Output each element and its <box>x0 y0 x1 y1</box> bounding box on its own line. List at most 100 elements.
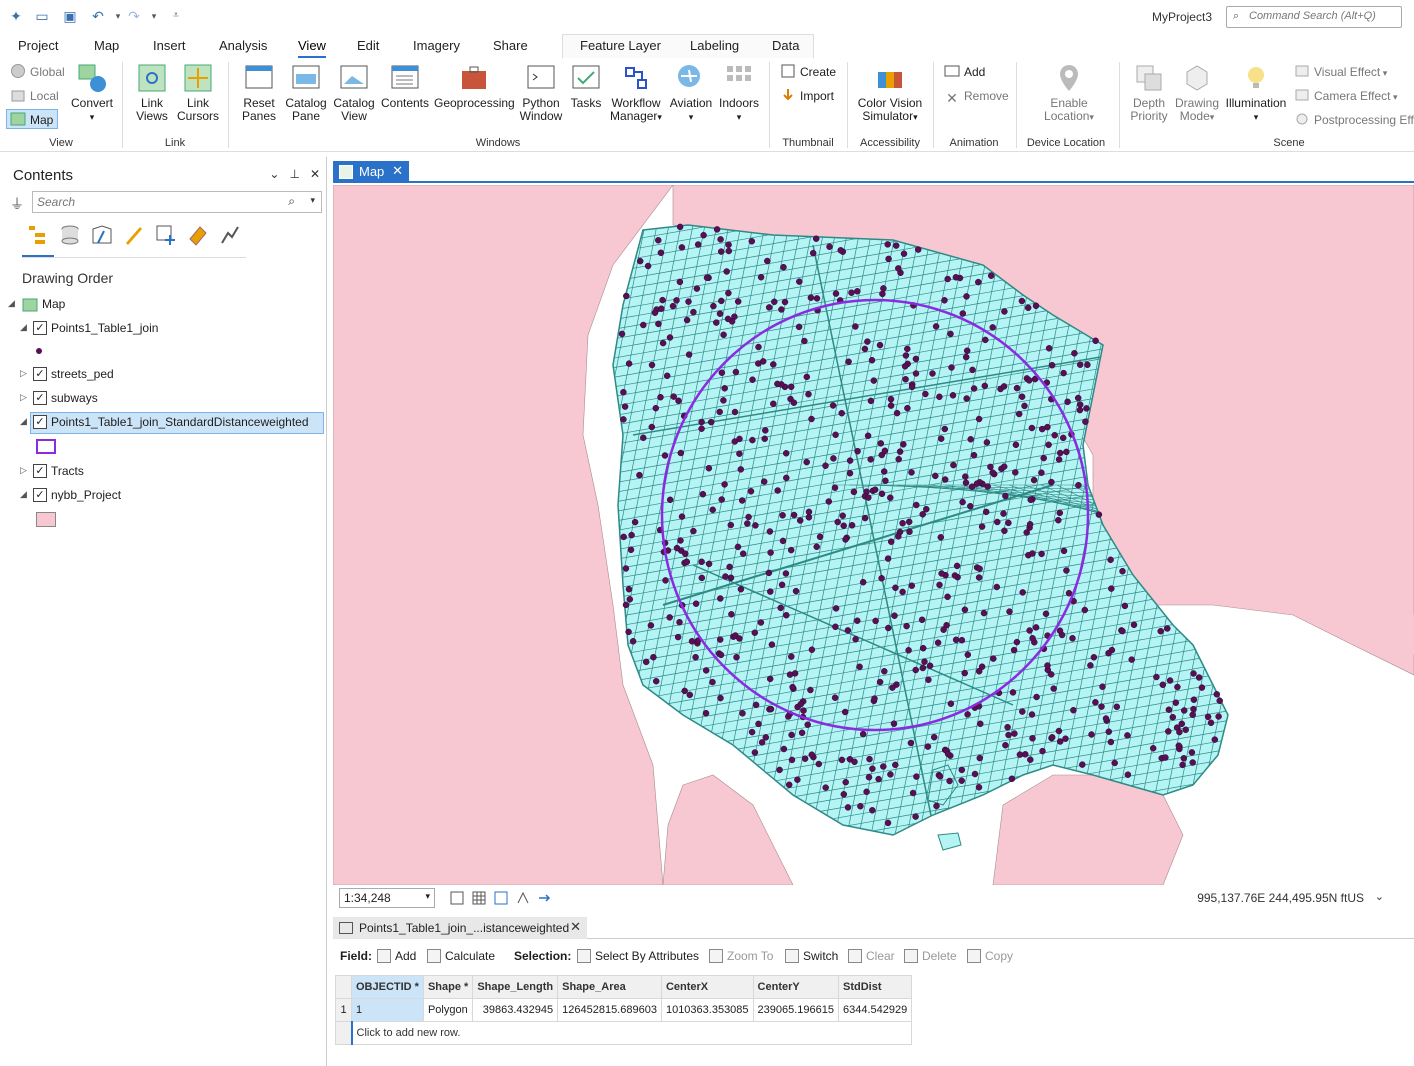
color-vision-simulator-button[interactable]: Color Vision Simulator▾ <box>852 62 928 124</box>
snapping-icon[interactable] <box>154 223 178 247</box>
add-row[interactable]: Click to add new row. <box>335 1021 913 1045</box>
chevron-down-icon[interactable]: ▾ <box>310 195 315 206</box>
indoors-button[interactable]: Indoors ▾ <box>716 62 762 124</box>
collapse-icon[interactable]: ◢ <box>20 489 27 500</box>
editing-icon[interactable] <box>122 223 146 247</box>
snapping-icon[interactable] <box>515 890 531 906</box>
add-animation-button[interactable]: Add <box>944 62 985 82</box>
convert-button[interactable]: Convert ▾ <box>68 62 116 124</box>
layer-visibility-checkbox[interactable]: ✓ <box>33 464 47 478</box>
filter-icon[interactable]: ⏚ <box>10 194 24 214</box>
calculate-field-button[interactable]: Calculate <box>427 949 495 963</box>
table-cell[interactable]: 39863.432945 <box>472 998 559 1022</box>
close-icon[interactable]: ✕ <box>570 919 581 935</box>
reset-panes-button[interactable]: Reset Panes <box>235 62 283 123</box>
redo-icon[interactable]: ↷ <box>126 8 142 24</box>
data-source-icon[interactable] <box>58 223 82 247</box>
save-icon[interactable]: ▣ <box>62 8 78 24</box>
tasks-button[interactable]: Tasks <box>564 62 608 110</box>
layer-tracts[interactable]: ▷ ✓ Tracts <box>0 461 327 483</box>
fixed-zoom-icon[interactable] <box>449 890 465 906</box>
tab-labeling[interactable]: Labeling <box>690 38 739 53</box>
switch-selection-button[interactable]: Switch <box>785 949 838 963</box>
layer-standard-distance-weighted[interactable]: ◢ ✓ Points1_Table1_join_StandardDistance… <box>0 412 327 434</box>
tab-project[interactable]: Project <box>18 38 58 53</box>
map-canvas[interactable] <box>333 185 1414 885</box>
catalog-pane-button[interactable]: Catalog Pane <box>282 62 330 123</box>
tab-data[interactable]: Data <box>772 38 799 53</box>
catalog-view-button[interactable]: Catalog View <box>330 62 378 123</box>
tab-analysis[interactable]: Analysis <box>219 38 267 53</box>
postprocessing-effect-button[interactable]: Postprocessing Effe <box>1294 110 1414 130</box>
tab-share[interactable]: Share <box>493 38 528 53</box>
drawing-mode-button[interactable]: Drawing Mode▾ <box>1172 62 1222 124</box>
create-thumbnail-button[interactable]: Create <box>780 62 836 82</box>
layer-visibility-checkbox[interactable]: ✓ <box>33 488 47 502</box>
row-number[interactable]: 1 <box>335 998 352 1022</box>
add-field-button[interactable]: Add <box>377 949 416 963</box>
tab-imagery[interactable]: Imagery <box>413 38 460 53</box>
collapse-icon[interactable]: ◢ <box>8 298 15 309</box>
undo-dropdown-icon[interactable]: ▾ <box>110 8 126 24</box>
illumination-button[interactable]: Illumination ▾ <box>1222 62 1290 124</box>
chevron-down-icon[interactable]: ⌄ <box>1375 890 1384 903</box>
layer-visibility-checkbox[interactable]: ✓ <box>33 321 47 335</box>
tab-view[interactable]: View <box>298 38 326 58</box>
global-button[interactable]: Global <box>10 62 65 82</box>
tab-map[interactable]: Map <box>94 38 119 53</box>
layer-nybb-project[interactable]: ◢ ✓ nybb_Project <box>0 485 327 507</box>
depth-priority-button[interactable]: Depth Priority <box>1124 62 1174 123</box>
click-to-add-row[interactable]: Click to add new row. <box>350 1021 913 1045</box>
expand-icon[interactable]: ▷ <box>20 392 27 403</box>
tab-edit[interactable]: Edit <box>357 38 379 53</box>
map-view-button[interactable]: Map <box>6 109 58 129</box>
column-header-shape[interactable]: Shape * <box>422 975 474 999</box>
charts-icon[interactable] <box>218 223 242 247</box>
redo-dropdown-icon[interactable]: ▾ <box>146 8 162 24</box>
workflow-manager-button[interactable]: Workflow Manager▾ <box>606 62 666 124</box>
table-cell[interactable]: 6344.542929 <box>838 998 913 1022</box>
select-by-attributes-button[interactable]: Select By Attributes <box>577 949 699 963</box>
import-thumbnail-button[interactable]: Import <box>780 86 834 106</box>
selection-icon[interactable] <box>90 223 114 247</box>
close-icon[interactable]: ✕ <box>310 167 320 181</box>
visual-effect-button[interactable]: Visual Effect ▾ <box>1294 62 1387 82</box>
column-header-centery[interactable]: CenterY <box>752 975 840 999</box>
tab-feature-layer[interactable]: Feature Layer <box>580 38 661 53</box>
column-header-shape-length[interactable]: Shape_Length <box>472 975 559 999</box>
close-icon[interactable]: ✕ <box>392 163 403 179</box>
remove-animation-button[interactable]: ✕ Remove <box>944 86 1009 106</box>
table-cell[interactable]: 126452815.689603 <box>557 998 662 1022</box>
layer-points1-table1-join[interactable]: ◢ ✓ Points1_Table1_join <box>0 318 327 340</box>
layer-visibility-checkbox[interactable]: ✓ <box>33 367 47 381</box>
local-button[interactable]: Local <box>10 86 59 106</box>
layer-map[interactable]: ◢ Map <box>0 294 327 316</box>
expand-icon[interactable]: ▷ <box>20 368 27 379</box>
table-cell[interactable]: 1010363.353085 <box>660 998 754 1022</box>
navigation-icon[interactable] <box>537 890 553 906</box>
python-window-button[interactable]: Python Window <box>516 62 566 123</box>
enable-location-button[interactable]: Enable Location▾ <box>1036 62 1102 124</box>
copy-selection-button[interactable]: Copy <box>967 949 1013 963</box>
table-row[interactable]: 1 1 Polygon 39863.432945 126452815.68960… <box>335 998 913 1022</box>
refresh-icon[interactable] <box>493 890 509 906</box>
scale-selector[interactable]: 1:34,248 ▾ <box>339 888 435 908</box>
column-header-objectid[interactable]: OBJECTID * <box>351 975 424 999</box>
column-header-centerx[interactable]: CenterX <box>660 975 754 999</box>
clear-selection-button[interactable]: Clear <box>848 949 895 963</box>
layer-visibility-checkbox[interactable]: ✓ <box>33 391 47 405</box>
collapse-icon[interactable]: ◢ <box>20 322 27 333</box>
zoom-to-button[interactable]: Zoom To <box>709 949 773 963</box>
labeling-icon[interactable] <box>186 223 210 247</box>
pane-options-icon[interactable]: ⌄ <box>269 167 279 181</box>
link-cursors-button[interactable]: Link Cursors <box>174 62 222 123</box>
tab-insert[interactable]: Insert <box>153 38 186 53</box>
drawing-order-icon[interactable] <box>26 223 50 247</box>
table-cell[interactable]: Polygon <box>422 998 474 1022</box>
aviation-button[interactable]: Aviation ▾ <box>666 62 716 124</box>
contents-search-input[interactable]: Search ⌕ ▾ <box>32 191 322 213</box>
new-project-icon[interactable]: ✦ <box>8 8 24 24</box>
layer-subways[interactable]: ▷ ✓ subways <box>0 388 327 410</box>
column-header-shape-area[interactable]: Shape_Area <box>557 975 662 999</box>
layer-visibility-checkbox[interactable]: ✓ <box>33 415 47 429</box>
